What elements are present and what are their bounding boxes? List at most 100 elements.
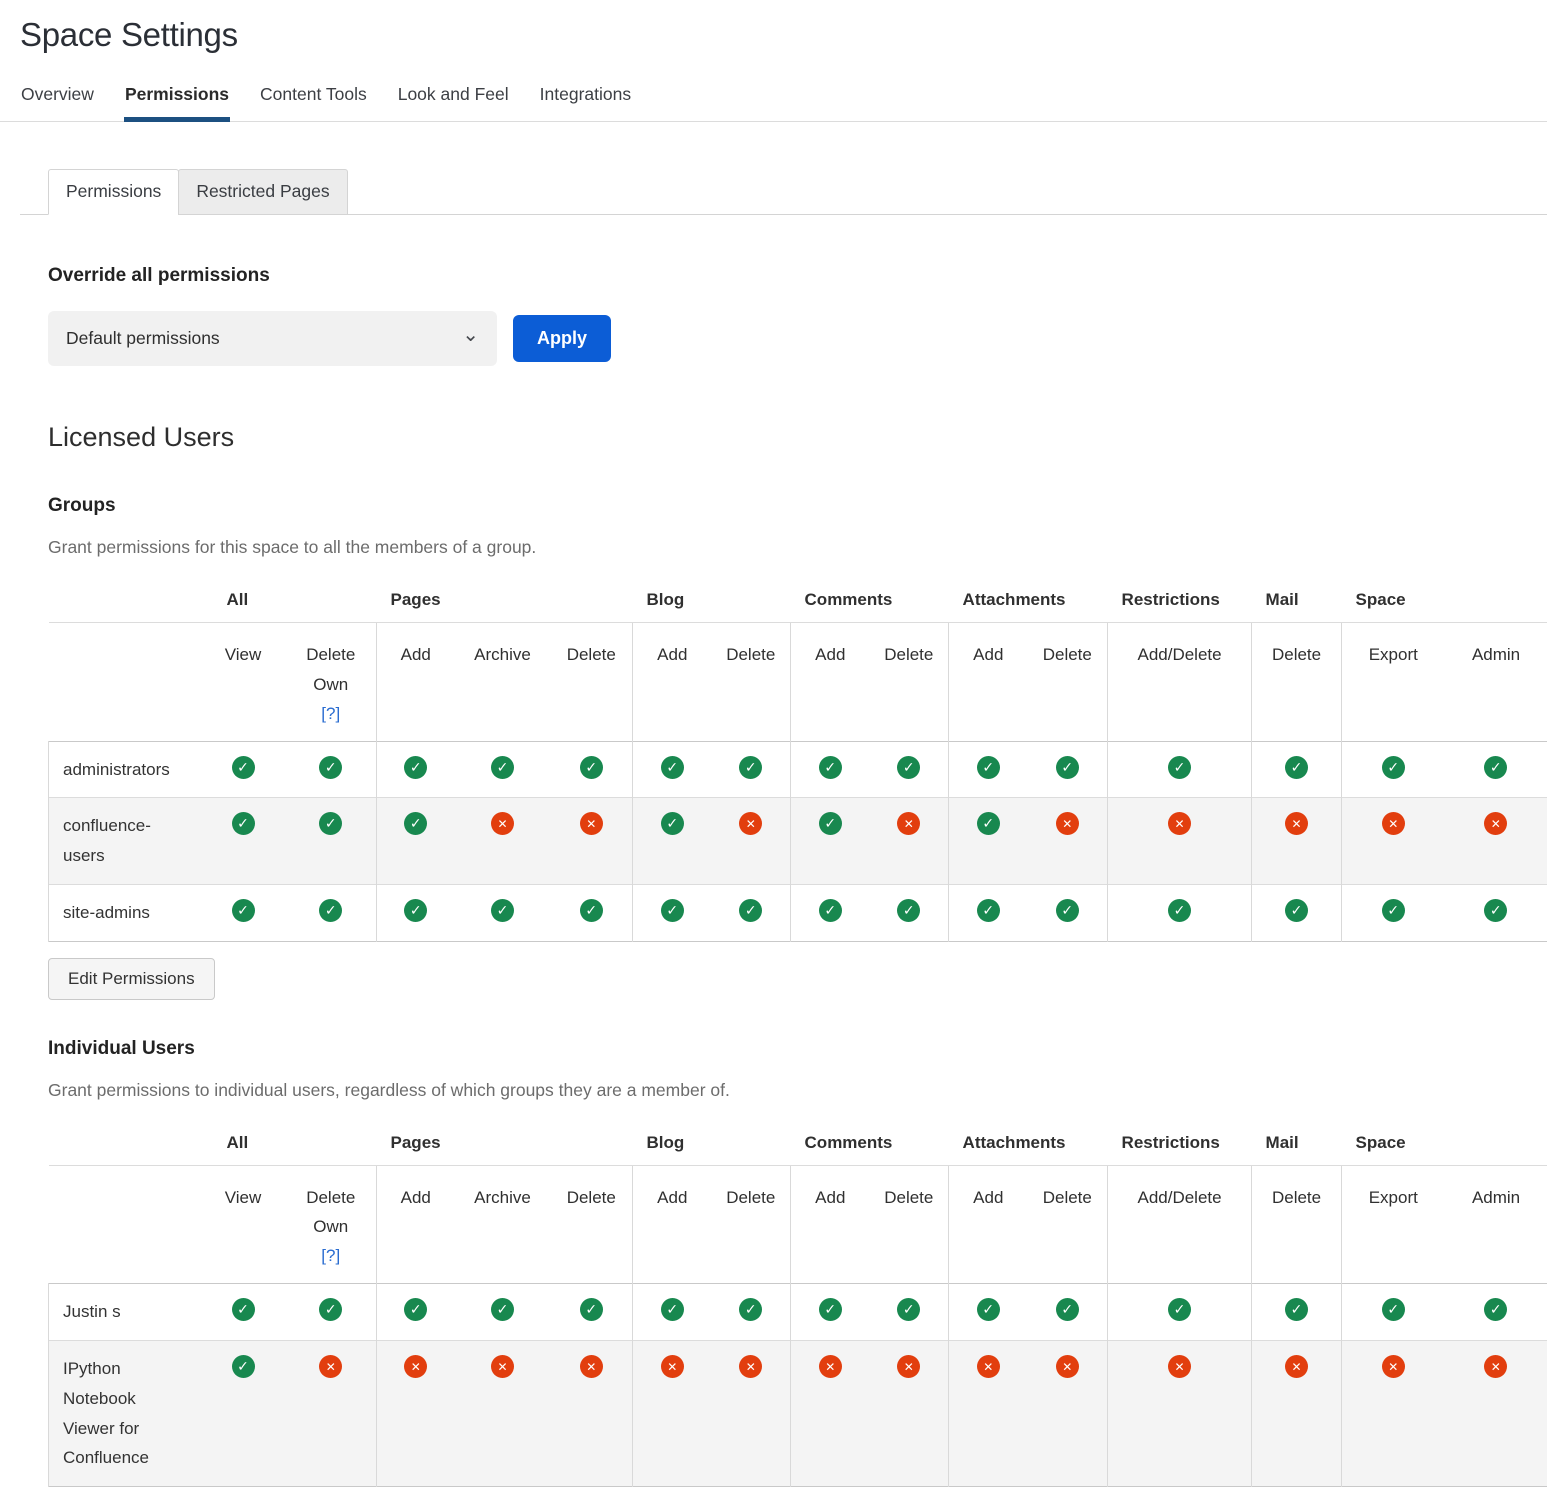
column-delete: Delete — [551, 623, 633, 742]
column-group-space: Space — [1342, 580, 1547, 623]
individual-table-mount: AllPagesBlogCommentsAttachmentsRestricti… — [48, 1123, 1547, 1487]
permission-denied-icon: ✕ — [897, 1355, 920, 1378]
permission-denied-icon: ✕ — [1056, 1355, 1079, 1378]
permission-denied-icon: ✕ — [819, 1355, 842, 1378]
permission-denied-icon: ✕ — [491, 812, 514, 835]
permission-granted-icon: ✓ — [977, 756, 1000, 779]
subtab-restricted-pages[interactable]: Restricted Pages — [178, 169, 347, 215]
delete-own-help-link[interactable]: [?] — [288, 700, 375, 727]
permission-denied-icon: ✕ — [1285, 1355, 1308, 1378]
column-group-space: Space — [1342, 1123, 1547, 1166]
column-delete: Delete — [1252, 623, 1342, 742]
permission-granted-icon: ✓ — [1168, 899, 1191, 922]
permission-denied-icon: ✕ — [580, 1355, 603, 1378]
column-delete: Delete — [551, 1165, 633, 1284]
permission-granted-icon: ✓ — [1056, 899, 1079, 922]
permission-granted-icon: ✓ — [897, 1298, 920, 1321]
tab-content-tools[interactable]: Content Tools — [259, 78, 368, 121]
permission-granted-icon: ✓ — [1168, 1298, 1191, 1321]
column-delete: Delete — [712, 623, 791, 742]
column-delete: Delete — [1028, 623, 1108, 742]
row-name: Justin s — [49, 1284, 201, 1341]
permission-granted-icon: ✓ — [1382, 1298, 1405, 1321]
subtab-permissions[interactable]: Permissions — [48, 169, 179, 215]
permission-granted-icon: ✓ — [1285, 756, 1308, 779]
column-delete: Delete — [870, 1165, 949, 1284]
table-row: Justin s✓✓✓✓✓✓✓✓✓✓✓✓✓✓✓ — [49, 1284, 1547, 1341]
permission-granted-icon: ✓ — [977, 899, 1000, 922]
permission-granted-icon: ✓ — [404, 899, 427, 922]
column-group-all: All — [201, 580, 377, 623]
permission-denied-icon: ✕ — [977, 1355, 1000, 1378]
column-delete: Delete — [712, 1165, 791, 1284]
groups-heading: Groups — [48, 495, 1547, 517]
table-row: site-admins✓✓✓✓✓✓✓✓✓✓✓✓✓✓✓ — [49, 884, 1547, 941]
column-export: Export — [1342, 1165, 1445, 1284]
permission-granted-icon: ✓ — [491, 899, 514, 922]
column-view: View — [201, 1165, 286, 1284]
column-group-restrictions: Restrictions — [1108, 1123, 1252, 1166]
licensed-users-heading: Licensed Users — [48, 422, 1547, 453]
column-admin: Admin — [1445, 1165, 1547, 1284]
delete-own-help-link[interactable]: [?] — [288, 1242, 375, 1269]
override-heading: Override all permissions — [48, 265, 1547, 287]
tab-permissions[interactable]: Permissions — [124, 78, 230, 122]
table-row: administrators✓✓✓✓✓✓✓✓✓✓✓✓✓✓✓ — [49, 741, 1547, 798]
groups-permissions-table: AllPagesBlogCommentsAttachmentsRestricti… — [48, 580, 1547, 942]
apply-button[interactable]: Apply — [513, 315, 611, 362]
permission-denied-icon: ✕ — [739, 1355, 762, 1378]
row-name: site-admins — [49, 884, 201, 941]
column-view: View — [201, 623, 286, 742]
permission-granted-icon: ✓ — [232, 1355, 255, 1378]
permission-denied-icon: ✕ — [1382, 1355, 1405, 1378]
column-group-blog: Blog — [633, 580, 791, 623]
column-delete: Delete — [870, 623, 949, 742]
permission-granted-icon: ✓ — [739, 899, 762, 922]
column-add: Add — [377, 623, 455, 742]
permission-granted-icon: ✓ — [897, 756, 920, 779]
column-add: Add — [791, 1165, 870, 1284]
permission-granted-icon: ✓ — [739, 756, 762, 779]
column-group-attachments: Attachments — [949, 1123, 1108, 1166]
permission-granted-icon: ✓ — [491, 756, 514, 779]
tab-integrations[interactable]: Integrations — [539, 78, 632, 121]
permission-granted-icon: ✓ — [819, 1298, 842, 1321]
primary-tabs: Overview Permissions Content Tools Look and… — [20, 78, 1547, 121]
permission-granted-icon: ✓ — [819, 899, 842, 922]
column-delete: Delete — [1252, 1165, 1342, 1284]
permission-granted-icon: ✓ — [661, 812, 684, 835]
column-add: Add — [949, 1165, 1028, 1284]
column-archive: Archive — [455, 1165, 551, 1284]
permissions-select-value: Default permissions — [66, 328, 220, 349]
permission-denied-icon: ✕ — [1484, 1355, 1507, 1378]
page-title: Space Settings — [20, 16, 1547, 54]
permission-granted-icon: ✓ — [819, 812, 842, 835]
permission-granted-icon: ✓ — [491, 1298, 514, 1321]
permissions-panel: Override all permissions Default permiss… — [20, 215, 1547, 1487]
permission-denied-icon: ✕ — [1382, 812, 1405, 835]
permission-granted-icon: ✓ — [232, 812, 255, 835]
permission-granted-icon: ✓ — [232, 899, 255, 922]
column-delete-own: DeleteOwn[?] — [286, 623, 377, 742]
permission-denied-icon: ✕ — [661, 1355, 684, 1378]
permission-denied-icon: ✕ — [1168, 812, 1191, 835]
permission-granted-icon: ✓ — [1285, 1298, 1308, 1321]
tab-overview[interactable]: Overview — [20, 78, 95, 121]
subtab-bar: PermissionsRestricted Pages — [20, 169, 1547, 215]
permission-granted-icon: ✓ — [319, 812, 342, 835]
permission-granted-icon: ✓ — [404, 756, 427, 779]
permissions-select[interactable]: Default permissions ⌄ — [48, 311, 497, 366]
permission-granted-icon: ✓ — [1484, 899, 1507, 922]
column-group-restrictions: Restrictions — [1108, 580, 1252, 623]
permission-granted-icon: ✓ — [1056, 756, 1079, 779]
groups-description: Grant permissions for this space to all … — [48, 537, 1547, 558]
permission-granted-icon: ✓ — [1056, 1298, 1079, 1321]
permission-granted-icon: ✓ — [1168, 756, 1191, 779]
permission-granted-icon: ✓ — [580, 1298, 603, 1321]
permission-granted-icon: ✓ — [319, 756, 342, 779]
permission-granted-icon: ✓ — [580, 756, 603, 779]
individual-permissions-table: AllPagesBlogCommentsAttachmentsRestricti… — [48, 1123, 1547, 1487]
column-add-delete: Add/Delete — [1108, 1165, 1252, 1284]
edit-permissions-button[interactable]: Edit Permissions — [48, 958, 215, 1000]
tab-look-and-feel[interactable]: Look and Feel — [397, 78, 510, 121]
